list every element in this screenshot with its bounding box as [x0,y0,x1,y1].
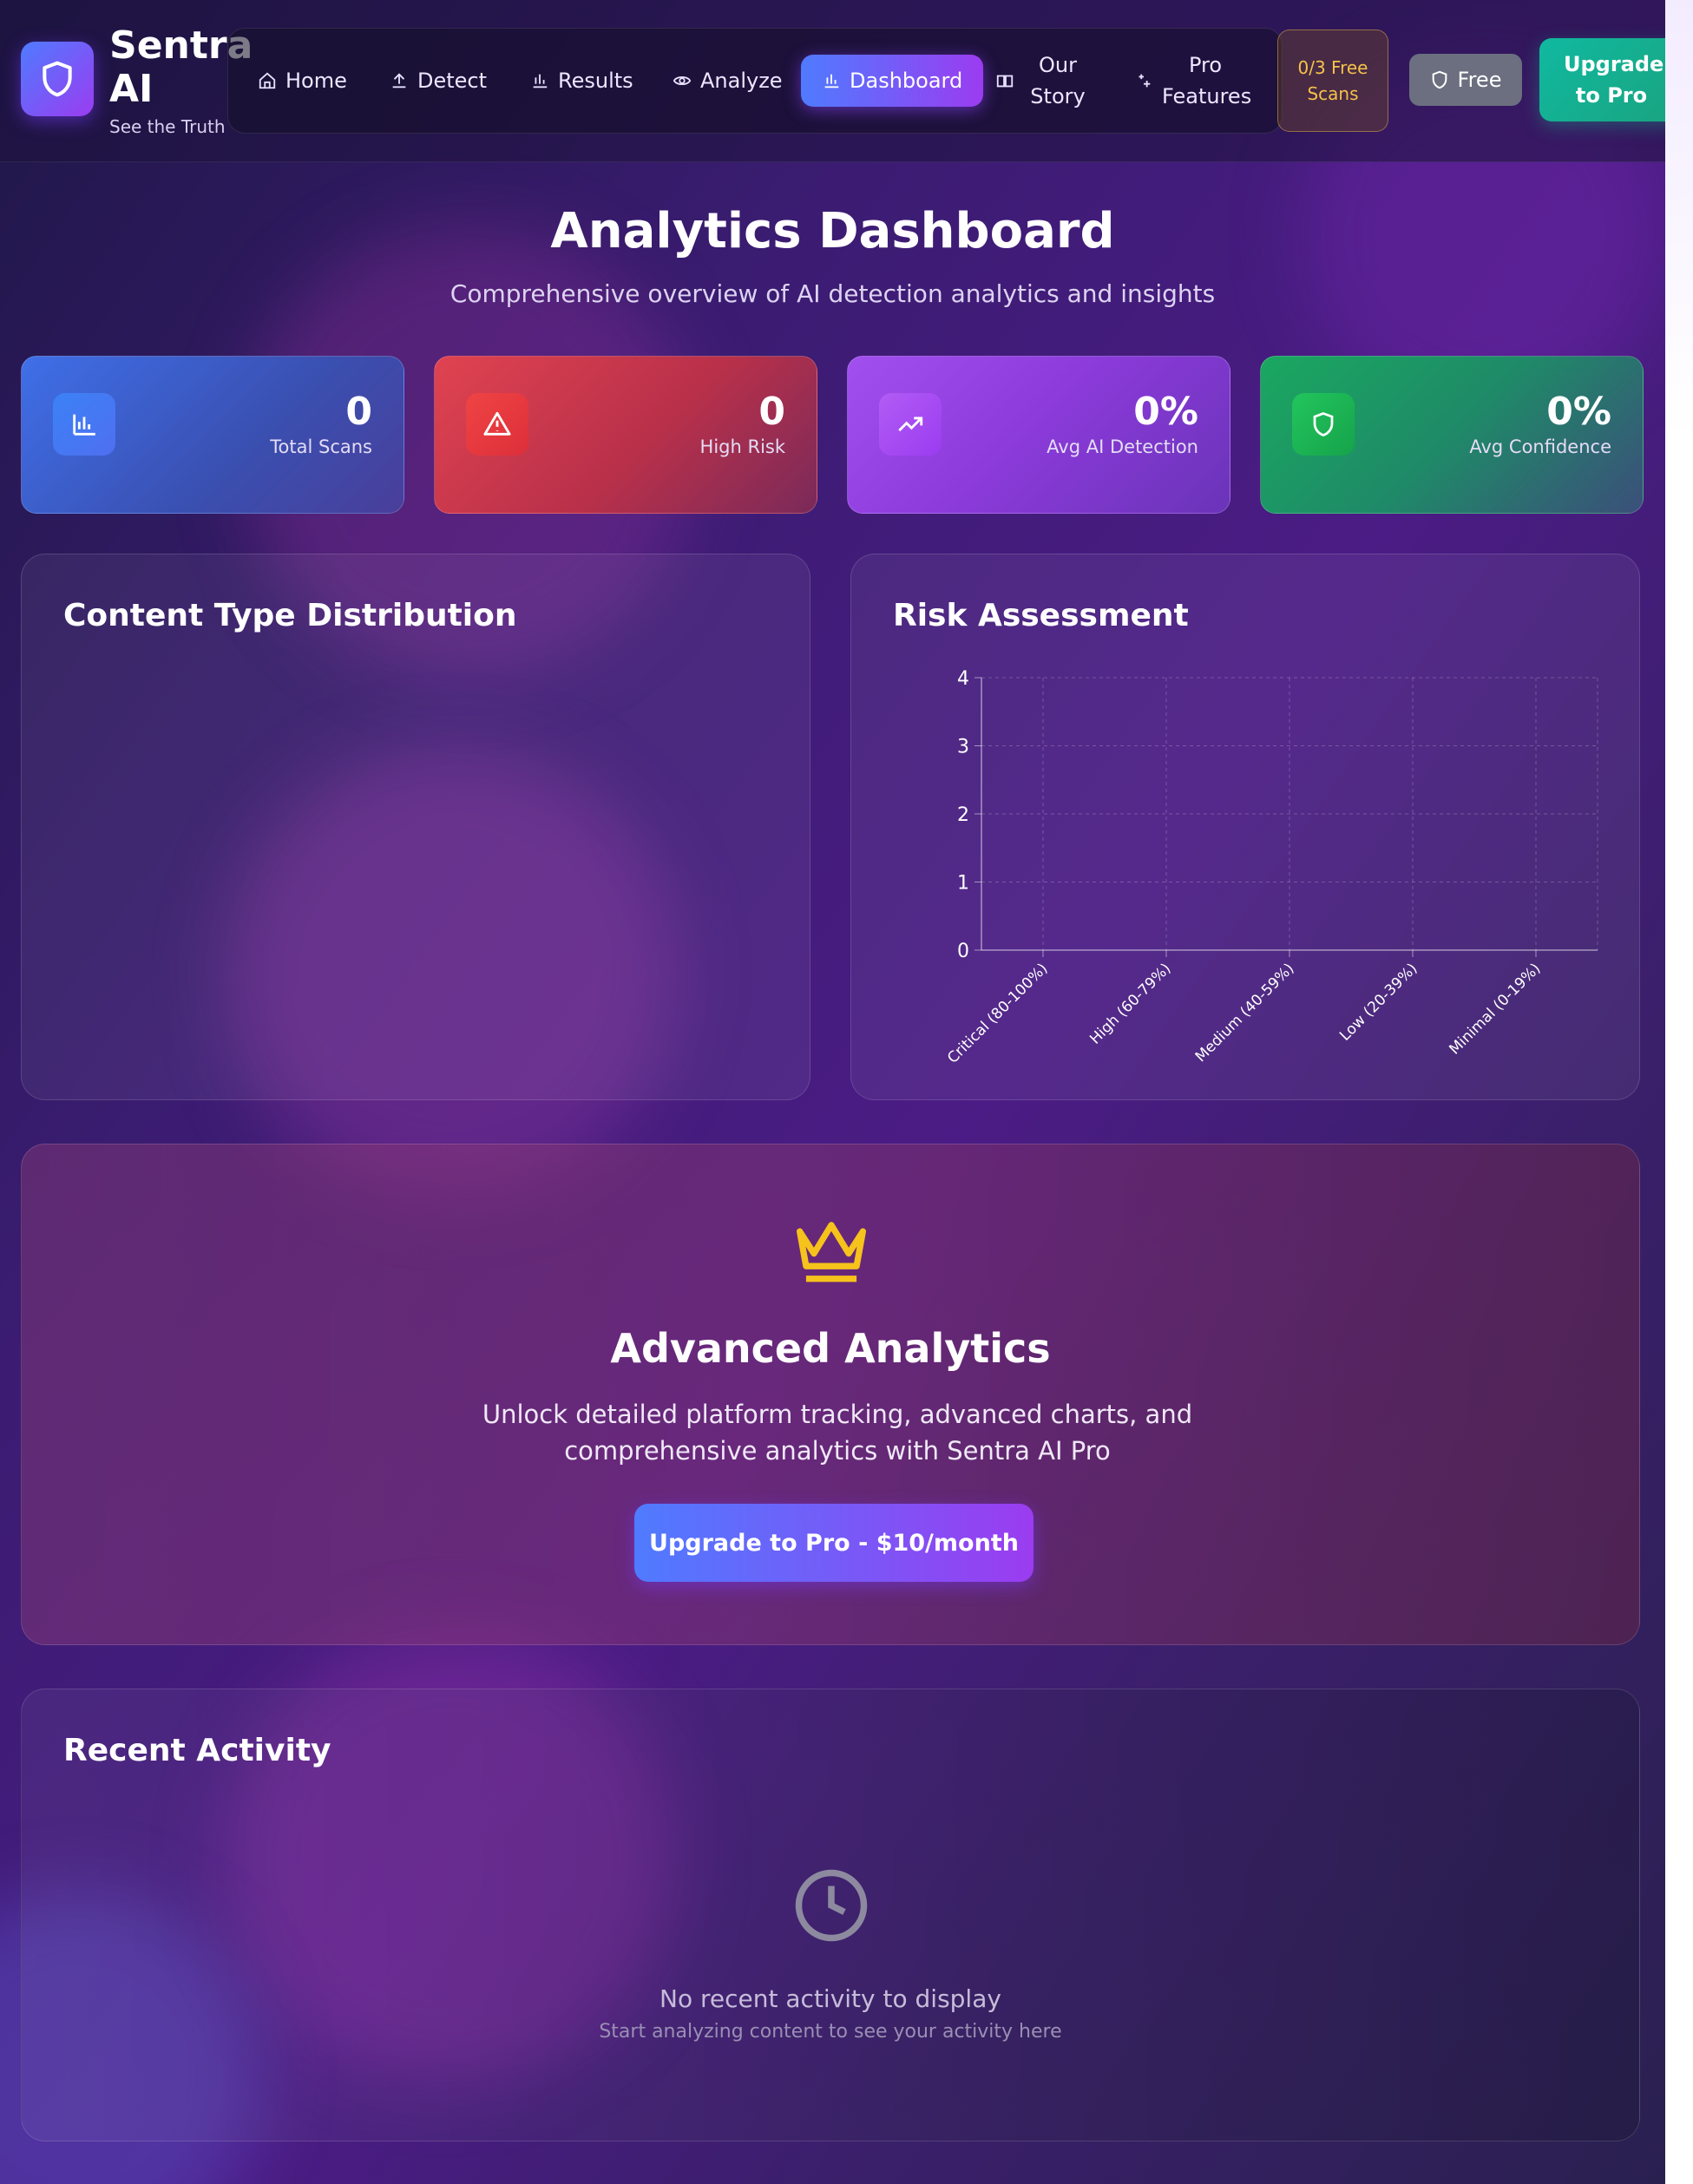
book-icon [996,75,1014,88]
stat-value: 0 [345,390,372,434]
card-title: Content Type Distribution [63,598,517,633]
stat-value: 0 [758,390,785,434]
recent-activity-card: Recent Activity No recent activity to di… [21,1689,1640,2141]
pro-description: Unlock detailed platform tracking, advan… [482,1400,1193,1466]
x-tick-label: High (60-79%) [1086,960,1174,1047]
stat-card-total-scans: 0 Total Scans [21,356,404,514]
nav-item-label: Dashboard [850,69,963,93]
stat-icon-box [879,393,942,456]
stat-icon-box [1292,393,1355,456]
empty-state-subtitle: Start analyzing content to see your acti… [599,2021,1062,2043]
shield-icon [1432,70,1447,89]
brand-tagline: See the Truth [109,116,226,137]
nav-item-label: Our Story [1030,53,1086,108]
nav-item-our-story[interactable]: Our Story [995,29,1099,133]
stat-card-avg-confidence: 0% Avg Confidence [1260,356,1644,514]
y-tick-label: 1 [957,873,969,895]
content-distribution-card: Content Type Distribution [21,554,810,1100]
stat-label: Avg Confidence [1469,436,1611,457]
y-tick-label: 3 [957,737,969,758]
upgrade-label: Upgrade to Pro [1564,52,1664,108]
nav-item-label: Detect [417,69,488,93]
upgrade-to-pro-button[interactable]: Upgrade to Pro - $10/month [634,1504,1034,1582]
stat-card-high-risk: 0 High Risk [434,356,817,514]
shield-icon [43,61,72,97]
stat-label: High Risk [699,436,785,457]
main-nav: Home Detect Results Analyze Dashboard Ou… [227,28,1283,134]
stat-card-avg-ai-detection: 0% Avg AI Detection [847,356,1230,514]
home-icon [259,72,276,89]
card-title: Recent Activity [63,1733,331,1768]
plan-button[interactable]: Free [1409,54,1522,106]
empty-state-title: No recent activity to display [659,1984,1001,2013]
stat-value: 0% [1546,390,1611,434]
x-tick-label: Low (20-39%) [1336,960,1421,1044]
y-tick-label: 0 [957,941,969,962]
sparkles-icon [1139,74,1151,88]
trending-up-icon [898,416,923,432]
risk-assessment-chart: 0 1 2 3 4 Critical (80-100%) High (60-79%) Medi… [944,668,1598,1067]
x-tick-label: Critical (80-100%) [944,960,1051,1066]
upload-icon [392,73,406,89]
eye-icon [673,75,692,86]
risk-assessment-card: Risk Assessment 0 1 2 3 4 Critical (80-100%) H… [850,554,1640,1100]
x-tick-label: Medium (40-59%) [1192,960,1298,1066]
alert-triangle-icon [483,411,511,436]
app-root: Sentra AI See the Truth Home Detect Resu… [0,0,1665,2184]
top-header: Sentra AI See the Truth Home Detect Resu… [0,0,1665,162]
plan-label: Free [1457,68,1502,92]
stat-icon-box [53,393,115,456]
nav-item-detect[interactable]: Detect [390,29,487,133]
free-scans-badge: 0/3 Free Scans [1277,30,1388,132]
crown-icon [797,1222,866,1282]
nav-item-label: Analyze [700,69,783,93]
pro-title: Advanced Analytics [610,1325,1051,1372]
scrollbar-track[interactable] [1665,0,1693,2184]
nav-item-results[interactable]: Results [530,29,633,133]
clock-icon [795,1869,868,1942]
nav-item-label: Home [285,69,347,93]
y-tick-label: 4 [957,668,969,690]
free-scans-text: 0/3 Free Scans [1297,57,1368,104]
stat-label: Total Scans [270,436,372,457]
stat-value: 0% [1133,390,1198,434]
nav-item-pro-features[interactable]: Pro Features [1134,29,1256,133]
bar-chart-icon [824,74,839,89]
y-tick-label: 2 [957,804,969,826]
bar-chart-icon [73,414,95,436]
page-subtitle: Comprehensive overview of AI detection a… [449,279,1216,308]
stat-icon-box [466,393,528,456]
bar-chart-icon [533,74,548,89]
nav-item-home[interactable]: Home [258,29,347,133]
shield-icon [1313,412,1334,436]
brand-name: Sentra AI [109,23,253,111]
nav-item-label: Results [558,69,633,93]
stat-label: Avg AI Detection [1047,436,1198,457]
x-tick-label: Minimal (0-19%) [1446,960,1544,1058]
nav-item-analyze[interactable]: Analyze [673,29,783,133]
logo[interactable] [21,42,94,116]
upgrade-button[interactable]: Upgrade to Pro [1539,38,1665,121]
page-title: Analytics Dashboard [550,203,1115,259]
advanced-analytics-card: Advanced Analytics Unlock detailed platf… [21,1144,1640,1645]
nav-item-label: Pro Features [1162,53,1252,108]
nav-item-dashboard[interactable]: Dashboard [801,55,984,107]
